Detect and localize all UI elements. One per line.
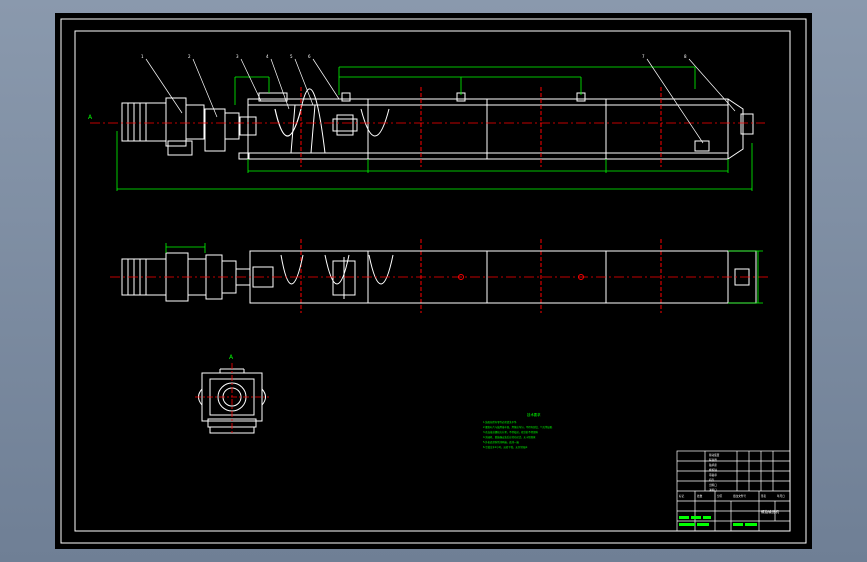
part-row: 联轴器 (709, 458, 717, 462)
note-line: 5.外表面涂防锈漆两遍，面漆一遍 (483, 440, 519, 444)
part-row: 螺旋轴 (709, 468, 717, 472)
part-row: 出料口 (709, 483, 717, 487)
svg-text:6: 6 (308, 54, 311, 59)
section-label-left: A (88, 114, 93, 121)
tb-label: 标记 (679, 494, 685, 498)
part-row: 机壳 (709, 478, 715, 482)
note-line: 4.减速机、联轴器安装后应转动灵活，无卡阻现象 (483, 435, 536, 439)
part-row: 进料口 (709, 488, 717, 492)
inner-frame (74, 30, 791, 532)
section-label-view: A (229, 354, 234, 361)
part-row: 驱动装置 (709, 453, 720, 457)
part-row: 轴承座 (709, 463, 717, 467)
technical-notes: 技术要求 1.装配前所有零件必须清洗干净 2.螺旋叶片与轴焊接牢固，焊缝应均匀，… (483, 412, 553, 449)
section-centerlines (195, 363, 269, 435)
svg-text:5: 5 (290, 54, 293, 59)
notes-title: 技术要求 (527, 412, 541, 417)
part-balloons: 1 2 3 4 5 6 7 8 (141, 54, 687, 59)
cad-viewport[interactable]: 1 2 3 4 5 6 7 8 A A 技术要求 1.装配前所有零件必须清洗干净… (55, 13, 812, 549)
note-line: 2.螺旋叶片与轴焊接牢固，焊缝应均匀，不得有裂纹、气孔等缺陷 (483, 425, 553, 429)
note-line: 6.空载试车2小时，运转平稳，无异常噪声 (483, 445, 528, 449)
drawing-name: 螺旋输送机 (761, 509, 779, 514)
svg-text:3: 3 (236, 54, 239, 59)
tb-label: 更改文件号 (733, 494, 746, 498)
top-dimensions (165, 243, 763, 304)
tb-label: 年月日 (777, 494, 785, 498)
drawing-sheet: 1 2 3 4 5 6 7 8 A A 技术要求 1.装配前所有零件必须清洗干净… (60, 18, 807, 544)
part-row: 吊轴承 (709, 473, 717, 477)
tb-label: 签名 (761, 494, 767, 498)
front-dimensions (116, 66, 753, 191)
note-line: 3.各连接处螺栓应拧紧，不得松动，密封处不得漏料 (483, 430, 538, 434)
part-leaders (145, 58, 736, 144)
svg-text:4: 4 (266, 54, 269, 59)
tb-label: 分区 (717, 494, 723, 498)
svg-text:8: 8 (684, 54, 687, 59)
note-line: 1.装配前所有零件必须清洗干净 (483, 420, 517, 424)
front-view (121, 88, 754, 160)
svg-text:1: 1 (141, 54, 144, 59)
svg-text:2: 2 (188, 54, 191, 59)
svg-text:7: 7 (642, 54, 645, 59)
tb-label: 处数 (697, 494, 703, 498)
